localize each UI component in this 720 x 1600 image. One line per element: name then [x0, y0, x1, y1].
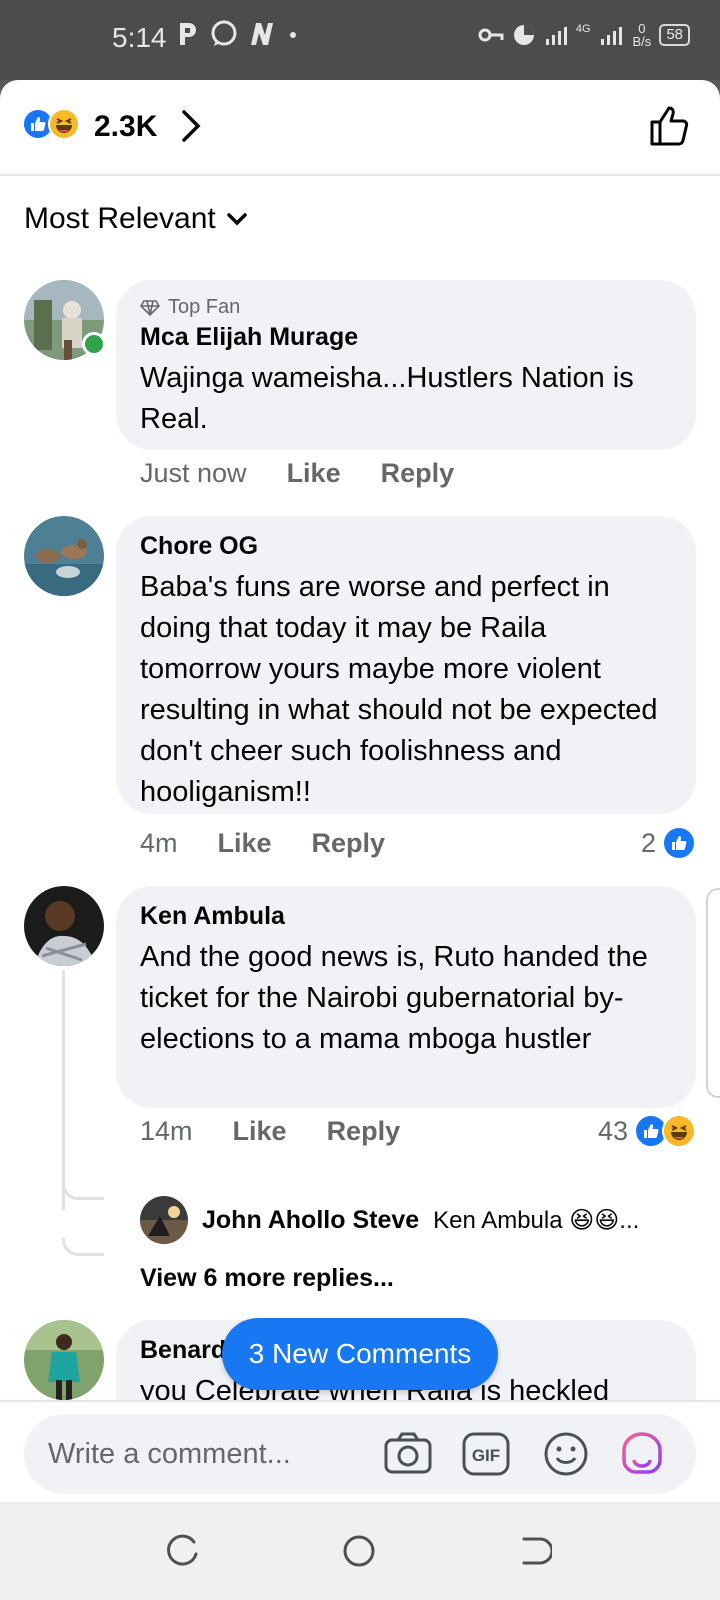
home-icon[interactable] — [342, 1534, 376, 1568]
comment-actions: 4m Like Reply — [140, 828, 385, 859]
like-reaction-icon — [662, 826, 696, 860]
reaction-count[interactable]: 2.3K — [94, 110, 157, 144]
reply-text: Ken Ambula 😆😆... — [433, 1206, 640, 1234]
network-speed-unit: B/s — [632, 34, 652, 49]
comment-text: Baba's funs are worse and perfect in doi… — [140, 571, 658, 808]
avatar[interactable] — [24, 516, 104, 596]
system-icons: 4G 0 B/s 58 — [478, 22, 690, 48]
comment-author[interactable]: Mca Elijah Murage — [140, 323, 672, 352]
comment-author[interactable]: Ken Ambula — [140, 902, 672, 931]
comment-placeholder: Write a comment... — [48, 1438, 291, 1470]
comment-author[interactable]: Chore OG — [140, 532, 672, 561]
comment-text: Wajinga wameisha...Hustlers Nation is Re… — [140, 362, 634, 435]
like-button[interactable]: Like — [233, 1116, 287, 1147]
thread-connector — [62, 1238, 104, 1256]
emoji-icon[interactable] — [540, 1428, 592, 1480]
comment-input[interactable]: Write a comment... GIF — [24, 1414, 696, 1494]
n-app-icon — [251, 23, 273, 45]
chevron-right-icon[interactable] — [178, 106, 202, 146]
avatar[interactable] — [24, 886, 104, 966]
sort-label: Most Relevant — [24, 202, 216, 235]
comment-bubble[interactable]: Top Fan Mca Elijah Murage Wajinga wameis… — [116, 280, 696, 450]
battery-indicator: 58 — [659, 24, 690, 46]
comment-bubble[interactable]: Ken Ambula And the good news is, Ruto ha… — [116, 886, 696, 1108]
avatar[interactable] — [140, 1196, 188, 1244]
thread-connector — [62, 1182, 104, 1200]
comment-reaction-count[interactable]: 43 — [598, 1114, 696, 1148]
avatar[interactable] — [24, 1320, 104, 1400]
reply-preview[interactable]: John Ahollo Steve Ken Ambula 😆😆... — [140, 1196, 639, 1244]
parking-icon — [180, 23, 196, 45]
like-button[interactable]: Like — [287, 458, 341, 489]
whatsapp-icon — [211, 20, 237, 46]
new-comments-button[interactable]: 3 New Comments — [222, 1318, 498, 1390]
online-status-dot — [82, 332, 106, 356]
back-icon[interactable] — [518, 1534, 552, 1568]
comment-actions: 14m Like Reply — [140, 1116, 400, 1147]
android-nav-bar — [0, 1502, 720, 1600]
notification-icons — [176, 20, 300, 48]
diamond-icon — [140, 299, 160, 316]
reply-button[interactable]: Reply — [312, 828, 386, 859]
recent-apps-icon[interactable] — [166, 1534, 200, 1568]
status-time: 5:14 — [112, 22, 167, 53]
reaction-icons[interactable] — [22, 108, 80, 140]
reaction-count-value: 2 — [640, 827, 656, 858]
reactions-header: 2.3K — [0, 80, 720, 176]
haha-reaction-icon — [662, 1114, 696, 1148]
reaction-count-value: 43 — [597, 1115, 628, 1146]
comment-time: 4m — [140, 828, 178, 858]
comment-text: And the good news is, Ruto handed the ti… — [140, 941, 648, 1055]
top-fan-badge: Top Fan — [140, 296, 672, 319]
avatar-sticker-icon[interactable] — [616, 1428, 668, 1480]
comment-reaction-count[interactable]: 2 — [641, 826, 696, 860]
reply-button[interactable]: Reply — [327, 1116, 401, 1147]
camera-icon[interactable] — [382, 1428, 434, 1480]
comment-time: Just now — [140, 458, 247, 488]
reply-author[interactable]: John Ahollo Steve — [202, 1206, 419, 1235]
sort-dropdown[interactable]: Most Relevant — [24, 202, 248, 236]
network-speed: 0 B/s — [633, 22, 652, 48]
dot-icon — [290, 32, 296, 38]
view-more-replies[interactable]: View 6 more replies... — [140, 1264, 394, 1293]
haha-reaction-icon — [48, 108, 80, 140]
like-post-icon[interactable] — [648, 104, 692, 148]
signal-icon — [545, 27, 567, 45]
chevron-down-icon — [227, 213, 247, 226]
key-icon — [478, 28, 504, 42]
comment-actions: Just now Like Reply — [140, 458, 454, 489]
network-type: 4G — [575, 23, 591, 35]
comment-composer: Write a comment... GIF — [0, 1400, 720, 1502]
comment-bubble[interactable]: Chore OG Baba's funs are worse and perfe… — [116, 516, 696, 814]
like-button[interactable]: Like — [218, 828, 272, 859]
badge-label: Top Fan — [168, 296, 241, 318]
comment-time: 14m — [140, 1116, 193, 1146]
svg-text:GIF: GIF — [472, 1446, 500, 1465]
data-saver-icon — [513, 25, 534, 45]
comments-sheet: 2.3K Most Relevant Top Fan Mca Elijah Mu… — [0, 80, 720, 1500]
side-drawer-handle[interactable] — [706, 888, 720, 1098]
gif-icon[interactable]: GIF — [460, 1428, 512, 1480]
status-bar: 5:14 4G 0 B/s 58 — [0, 0, 720, 80]
signal-icon-2 — [600, 27, 622, 45]
reply-button[interactable]: Reply — [381, 458, 455, 489]
thread-line — [62, 970, 65, 1210]
